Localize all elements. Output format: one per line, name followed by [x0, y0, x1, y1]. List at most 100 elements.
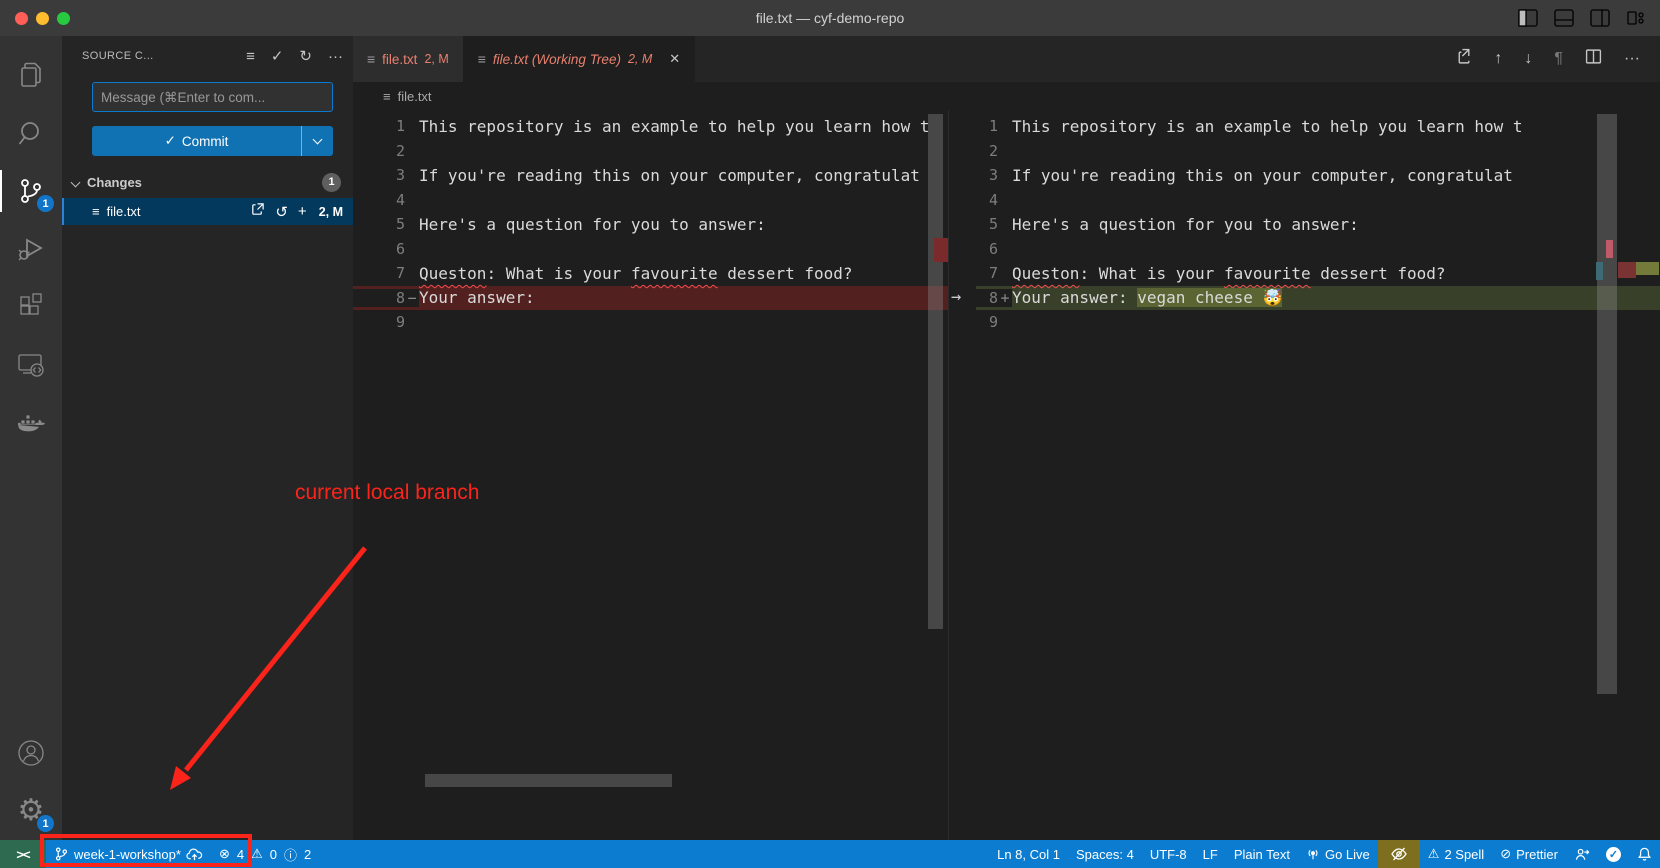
revert-change-arrow-icon[interactable]: → [951, 285, 961, 310]
next-change-icon[interactable]: ↓ [1524, 50, 1532, 68]
previous-change-icon[interactable]: ↑ [1494, 50, 1502, 68]
diff-line[interactable]: 4 [976, 188, 1660, 213]
vertical-scrollbar[interactable] [928, 114, 943, 629]
commit-button[interactable]: ✓ Commit [92, 126, 333, 156]
diff-line[interactable]: 1This repository is an example to help y… [976, 114, 1660, 139]
diff-line[interactable]: 1This repository is an example to help y… [353, 114, 948, 139]
changed-file-row[interactable]: ≡ file.txt ↺ + 2, M [62, 198, 353, 225]
status-bar: >< week-1-workshop* ⊗ 4 ⚠ 0 ⓘ 2 Ln 8, Co… [0, 840, 1660, 868]
file-list-icon: ≡ [383, 89, 391, 104]
changed-file-name: file.txt [107, 204, 141, 219]
vscode-window: file.txt — cyf-demo-repo 1 [0, 0, 1660, 868]
misspelled-word: Queston [1012, 264, 1079, 283]
diff-line[interactable]: 3If you're reading this on your computer… [353, 163, 948, 188]
commit-message-input[interactable] [92, 82, 333, 112]
spell-label: 2 Spell [1444, 847, 1484, 862]
discard-changes-icon[interactable]: ↺ [275, 203, 288, 221]
spell-checker-toggle-item[interactable] [1378, 840, 1420, 868]
info-count: 2 [304, 847, 311, 862]
remote-explorer-icon[interactable] [0, 336, 62, 394]
source-control-icon[interactable]: 1 [0, 162, 62, 220]
toggle-sidebar-icon[interactable] [1518, 9, 1538, 27]
open-file-icon[interactable] [250, 202, 265, 221]
line-text: Your answer: [1012, 288, 1137, 307]
more-actions-icon[interactable]: ··· [1624, 50, 1640, 68]
commit-action-icon[interactable]: ✓ [271, 47, 284, 65]
go-live-item[interactable]: Go Live [1298, 840, 1378, 868]
cursor-position-item[interactable]: Ln 8, Col 1 [989, 840, 1068, 868]
settings-gear-icon[interactable]: ⚙ 1 [0, 782, 62, 840]
checkmark-circle-icon: ✓ [1606, 847, 1621, 862]
remote-indicator[interactable]: >< [0, 840, 46, 868]
diff-line[interactable]: 5Here's a question for you to answer: [976, 212, 1660, 237]
tab-file-txt[interactable]: ≡ file.txt 2, M [353, 36, 464, 82]
toggle-secondary-sidebar-icon[interactable] [1590, 9, 1610, 27]
diff-line[interactable]: 8+Your answer: vegan cheese 🤯 [976, 286, 1660, 311]
view-as-list-icon[interactable]: ≡ [246, 48, 255, 65]
search-icon[interactable] [0, 104, 62, 162]
split-editor-icon[interactable] [1585, 48, 1602, 70]
vertical-scrollbar[interactable] [1597, 114, 1617, 694]
diff-line[interactable]: 8−Your answer: [353, 286, 948, 311]
diff-line[interactable]: 5Here's a question for you to answer: [353, 212, 948, 237]
feedback-person-icon[interactable] [1566, 840, 1598, 868]
language-mode-item[interactable]: Plain Text [1226, 840, 1298, 868]
line-number: 9 [353, 313, 405, 331]
whitespace-toggle-icon[interactable]: ¶ [1554, 50, 1563, 68]
encoding-item[interactable]: UTF-8 [1142, 840, 1195, 868]
close-window-button[interactable] [15, 12, 28, 25]
file-list-icon: ≡ [92, 204, 100, 219]
diff-line[interactable]: 9 [976, 310, 1660, 335]
spell-problems-item[interactable]: ⚠ 2 Spell [1420, 840, 1492, 868]
notifications-bell-icon[interactable] [1629, 840, 1660, 868]
minimize-window-button[interactable] [36, 12, 49, 25]
commit-dropdown-button[interactable] [301, 126, 333, 156]
diff-line[interactable]: 6 [353, 237, 948, 262]
diff-line[interactable]: 2 [353, 139, 948, 164]
editor-area: ≡ file.txt 2, M ≡ file.txt (Working Tree… [353, 36, 1660, 840]
customize-layout-icon[interactable] [1626, 9, 1646, 27]
diff-marker: − [405, 289, 419, 307]
diff-modified-pane[interactable]: 1This repository is an example to help y… [976, 110, 1660, 840]
toggle-panel-icon[interactable] [1554, 9, 1574, 27]
accounts-icon[interactable] [0, 724, 62, 782]
run-debug-icon[interactable] [0, 220, 62, 278]
indentation-item[interactable]: Spaces: 4 [1068, 840, 1142, 868]
modified-ruler-mark [1606, 240, 1613, 258]
diff-original-pane[interactable]: 1This repository is an example to help y… [353, 110, 948, 840]
changes-section-header[interactable]: Changes 1 [62, 170, 353, 194]
diff-line[interactable]: 2 [976, 139, 1660, 164]
diff-line[interactable]: 6 [976, 237, 1660, 262]
diff-line[interactable]: 9 [353, 310, 948, 335]
diff-line[interactable]: 7Queston: What is your favourite dessert… [353, 261, 948, 286]
diff-line[interactable]: 7Queston: What is your favourite dessert… [976, 261, 1660, 286]
horizontal-scrollbar[interactable] [425, 774, 672, 787]
docker-icon[interactable] [0, 394, 62, 452]
open-changes-icon[interactable] [1455, 48, 1472, 70]
tab-file-txt-working-tree[interactable]: ≡ file.txt (Working Tree) 2, M ✕ [464, 36, 695, 82]
file-status-badge: 2, M [319, 205, 343, 219]
eye-slash-icon [1390, 846, 1408, 862]
prettier-item[interactable]: ⊘ Prettier [1492, 840, 1566, 868]
line-number: 8 [976, 289, 998, 307]
close-tab-icon[interactable]: ✕ [669, 51, 680, 67]
extensions-icon[interactable] [0, 278, 62, 336]
more-actions-icon[interactable]: ··· [328, 48, 343, 65]
inserted-text: vegan cheese 🤯 [1137, 288, 1282, 307]
stage-changes-icon[interactable]: + [298, 203, 307, 220]
problems-status-item[interactable]: ⊗ 4 ⚠ 0 ⓘ 2 [211, 840, 321, 868]
breadcrumb[interactable]: ≡ file.txt [353, 82, 1660, 110]
publish-cloud-icon [186, 847, 203, 862]
changes-count-badge: 1 [322, 173, 341, 192]
zoom-window-button[interactable] [57, 12, 70, 25]
changes-label: Changes [87, 175, 142, 190]
diff-line[interactable]: 4 [353, 188, 948, 213]
diff-line[interactable]: 3If you're reading this on your computer… [976, 163, 1660, 188]
sync-ok-item[interactable]: ✓ [1598, 840, 1629, 868]
explorer-icon[interactable] [0, 46, 62, 104]
tab-bar: ≡ file.txt 2, M ≡ file.txt (Working Tree… [353, 36, 1660, 82]
chevron-down-icon [71, 177, 81, 187]
branch-status-item[interactable]: week-1-workshop* [46, 840, 211, 868]
eol-item[interactable]: LF [1195, 840, 1226, 868]
refresh-icon[interactable]: ↻ [299, 47, 312, 65]
